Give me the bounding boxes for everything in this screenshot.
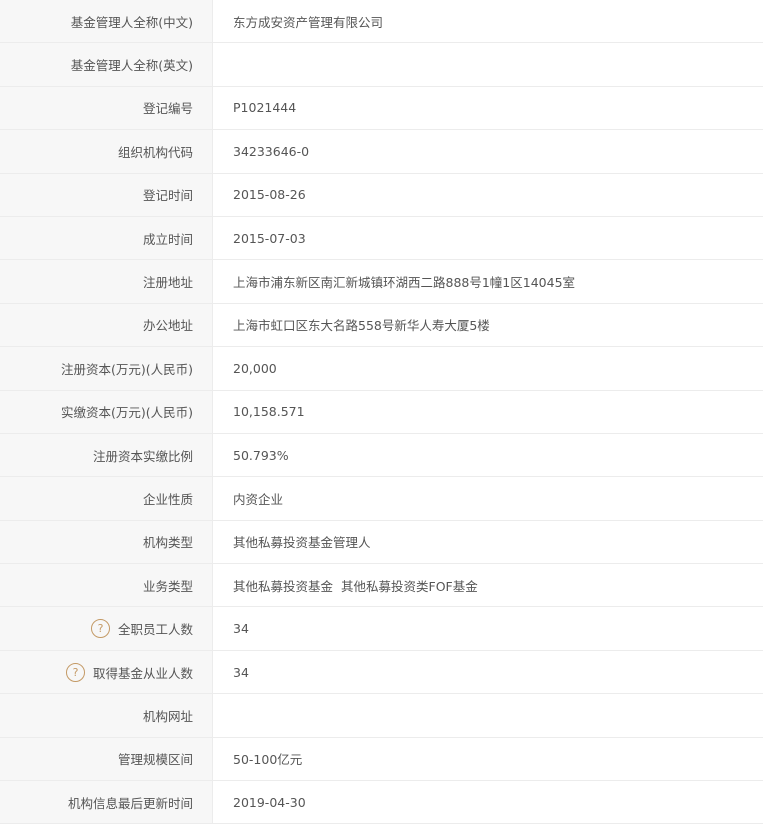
row-label: 注册资本实缴比例 — [92, 448, 193, 464]
row-value-cell: 34 — [212, 650, 763, 695]
info-row: 管理规模区间 50-100亿元 — [0, 737, 763, 782]
row-value-cell: 内资企业 — [212, 476, 763, 521]
row-label: 企业性质 — [142, 491, 193, 507]
row-label-cell: 机构信息最后更新时间 — [0, 780, 213, 825]
row-value: P1021444 — [233, 100, 297, 116]
info-row: 机构类型 其他私募投资基金管理人 — [0, 520, 763, 565]
row-value: 2015-07-03 — [233, 230, 306, 246]
row-label: 基金管理人全称(中文) — [70, 14, 193, 30]
row-label-cell: 登记时间 — [0, 173, 213, 217]
row-label-cell: 办公地址 — [0, 303, 213, 348]
row-label: 登记时间 — [142, 188, 193, 204]
row-label-cell: 企业性质 — [0, 476, 213, 521]
row-value-cell: 2015-08-26 — [212, 173, 763, 217]
row-label: 登记编号 — [142, 101, 193, 117]
row-value-cell: 2015-07-03 — [212, 216, 763, 261]
row-label: 管理规模区间 — [117, 752, 193, 768]
info-row: 机构网址 — [0, 693, 763, 738]
row-label-cell: 成立时间 — [0, 216, 213, 261]
row-label-cell: 登记编号 — [0, 86, 213, 131]
row-value-cell: 20,000 — [212, 346, 763, 391]
row-label-cell: ? 取得基金从业人数 — [0, 650, 213, 695]
row-label: 机构网址 — [142, 708, 193, 724]
info-row: 基金管理人全称(中文) 东方成安资产管理有限公司 — [0, 0, 763, 44]
row-value-cell: 10,158.571 — [212, 390, 763, 434]
row-label: 注册地址 — [142, 275, 193, 291]
info-row: 企业性质 内资企业 — [0, 476, 763, 521]
row-value: 其他私募投资基金管理人 — [233, 535, 371, 551]
info-row: 业务类型 其他私募投资基金 其他私募投资类FOF基金 — [0, 563, 763, 608]
fund-manager-info-table: 基金管理人全称(中文) 东方成安资产管理有限公司基金管理人全称(英文) 登记编号 P1… — [0, 0, 763, 825]
row-value: 34 — [233, 621, 249, 637]
row-value: 东方成安资产管理有限公司 — [233, 14, 384, 30]
row-label-cell: 业务类型 — [0, 563, 213, 608]
row-value-cell: 东方成安资产管理有限公司 — [212, 0, 763, 44]
row-value: 2015-08-26 — [233, 187, 306, 203]
row-value: 50.793% — [233, 447, 289, 463]
row-value: 内资企业 — [233, 491, 284, 507]
row-label-cell: 机构类型 — [0, 520, 213, 565]
row-label-cell: 注册资本(万元)(人民币) — [0, 346, 213, 391]
row-value-cell: 50.793% — [212, 433, 763, 478]
row-label: 组织机构代码 — [117, 144, 193, 160]
row-label-cell: 注册资本实缴比例 — [0, 433, 213, 478]
row-value-cell — [212, 42, 763, 87]
info-row: ? 全职员工人数 34 — [0, 606, 763, 651]
row-label: 基金管理人全称(英文) — [70, 58, 193, 74]
row-label-cell: 基金管理人全称(英文) — [0, 42, 213, 87]
row-value-cell: P1021444 — [212, 86, 763, 131]
row-label: 业务类型 — [142, 578, 193, 594]
row-value-cell: 其他私募投资基金 其他私募投资类FOF基金 — [212, 563, 763, 608]
row-value-cell: 上海市浦东新区南汇新城镇环湖西二路888号1幢1区14045室 — [212, 259, 763, 304]
row-value-cell: 50-100亿元 — [212, 737, 763, 782]
info-row: 成立时间 2015-07-03 — [0, 216, 763, 261]
row-value-cell: 其他私募投资基金管理人 — [212, 520, 763, 565]
info-row: ? 取得基金从业人数 34 — [0, 650, 763, 695]
row-label: 实缴资本(万元)(人民币) — [60, 405, 193, 421]
info-row: 注册地址 上海市浦东新区南汇新城镇环湖西二路888号1幢1区14045室 — [0, 259, 763, 304]
row-value: 34 — [233, 664, 249, 680]
row-label: 机构类型 — [142, 535, 193, 551]
info-row: 组织机构代码 34233646-0 — [0, 129, 763, 174]
info-row: 实缴资本(万元)(人民币) 10,158.571 — [0, 390, 763, 434]
info-row: 基金管理人全称(英文) — [0, 42, 763, 87]
row-label-cell: 管理规模区间 — [0, 737, 213, 782]
row-value: 上海市虹口区东大名路558号新华人寿大厦5楼 — [233, 318, 490, 334]
row-value: 上海市浦东新区南汇新城镇环湖西二路888号1幢1区14045室 — [233, 275, 576, 291]
row-label: 机构信息最后更新时间 — [67, 795, 193, 811]
row-label-cell: 机构网址 — [0, 693, 213, 738]
info-row: 登记时间 2015-08-26 — [0, 173, 763, 217]
info-row: 机构信息最后更新时间 2019-04-30 — [0, 780, 763, 825]
info-row: 办公地址 上海市虹口区东大名路558号新华人寿大厦5楼 — [0, 303, 763, 348]
row-label-cell: ? 全职员工人数 — [0, 606, 213, 651]
row-value: 20,000 — [233, 360, 277, 376]
info-row: 登记编号 P1021444 — [0, 86, 763, 131]
row-label-cell: 实缴资本(万元)(人民币) — [0, 390, 213, 434]
row-label: 办公地址 — [142, 318, 193, 334]
row-value-cell: 34233646-0 — [212, 129, 763, 174]
row-value-cell: 34 — [212, 606, 763, 651]
row-value-cell: 上海市虹口区东大名路558号新华人寿大厦5楼 — [212, 303, 763, 348]
row-value-cell: 2019-04-30 — [212, 780, 763, 825]
row-value: 34233646-0 — [233, 143, 310, 159]
info-row: 注册资本(万元)(人民币) 20,000 — [0, 346, 763, 391]
help-question-icon[interactable]: ? — [90, 619, 110, 639]
row-value: 10,158.571 — [233, 404, 305, 420]
row-label: 注册资本(万元)(人民币) — [60, 361, 193, 377]
help-question-icon[interactable]: ? — [65, 662, 85, 682]
info-row: 注册资本实缴比例 50.793% — [0, 433, 763, 478]
row-label-cell: 基金管理人全称(中文) — [0, 0, 213, 44]
row-label: 成立时间 — [142, 231, 193, 247]
row-label-cell: 组织机构代码 — [0, 129, 213, 174]
row-label: 取得基金从业人数 — [92, 665, 193, 681]
row-value-secondary: 其他私募投资类FOF基金 — [341, 578, 478, 594]
row-value: 50-100亿元 — [233, 752, 303, 768]
row-value: 2019-04-30 — [233, 794, 306, 810]
row-label-cell: 注册地址 — [0, 259, 213, 304]
row-label: 全职员工人数 — [117, 622, 193, 638]
row-value-cell — [212, 693, 763, 738]
row-value: 其他私募投资基金 — [233, 578, 334, 594]
